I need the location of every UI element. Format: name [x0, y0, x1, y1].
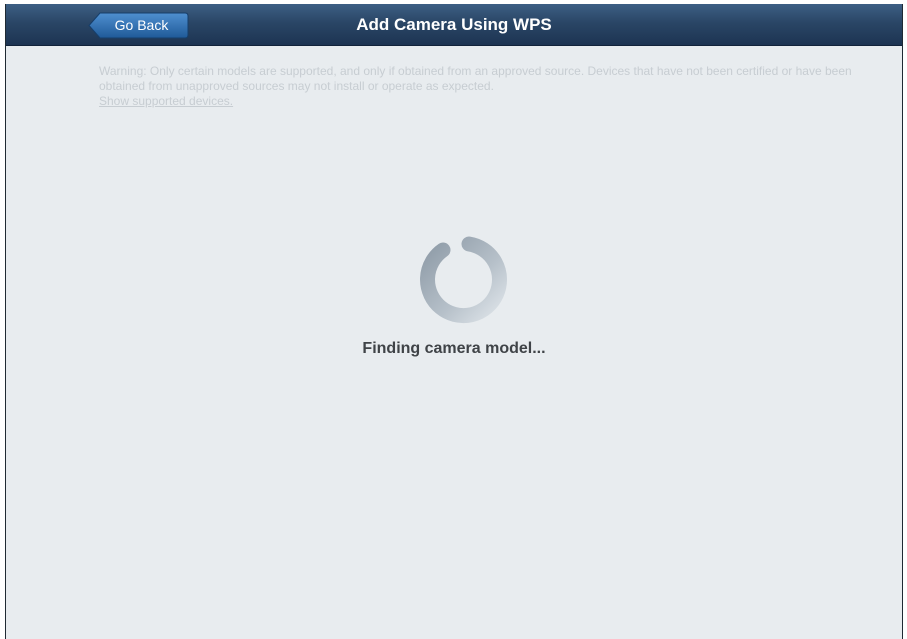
app-window: Go Back Add Camera Using WPS Warning: On… [5, 4, 903, 639]
warning-message: Warning: Only certain models are support… [99, 64, 859, 109]
go-back-button[interactable]: Go Back [88, 12, 189, 39]
go-back-label: Go Back [114, 17, 169, 33]
warning-text: Warning: Only certain models are support… [99, 64, 852, 93]
status-message: Finding camera model... [362, 340, 546, 357]
loading-spinner-icon [417, 234, 509, 326]
show-supported-devices-link[interactable]: Show supported devices. [99, 94, 233, 108]
header-bar: Go Back Add Camera Using WPS [6, 4, 902, 46]
